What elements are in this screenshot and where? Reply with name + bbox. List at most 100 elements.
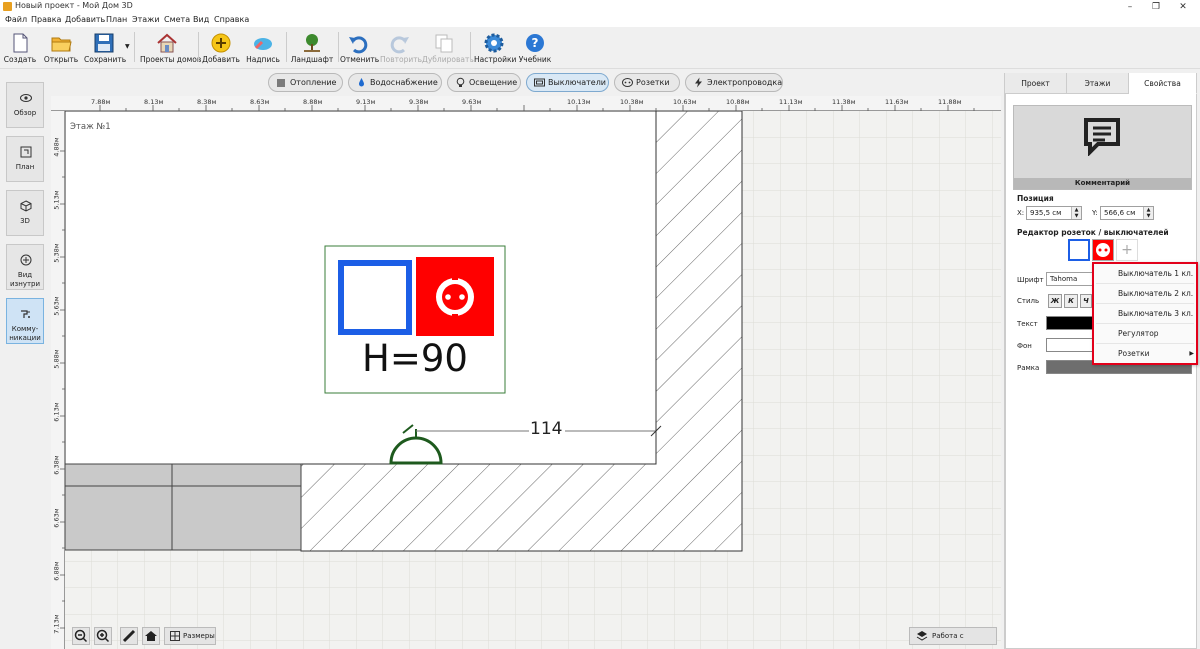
y-stepper-icon[interactable]: ▲ ▼ — [1143, 207, 1153, 219]
underline-button[interactable]: Ч — [1080, 294, 1092, 308]
tab-floors[interactable]: Этажи — [1067, 73, 1129, 94]
category-wiring[interactable]: Электропроводка — [685, 73, 783, 92]
menu-help[interactable]: Справка — [214, 15, 249, 24]
category-heating[interactable]: Отопление — [268, 73, 343, 92]
sizes-button[interactable]: Размеры — [164, 627, 216, 645]
x-stepper-icon[interactable]: ▲ ▼ — [1071, 207, 1081, 219]
measure-button[interactable] — [120, 627, 138, 645]
tab-project[interactable]: Проект — [1005, 73, 1067, 94]
sidebar-overview-button[interactable]: Обзор — [6, 82, 44, 128]
bold-button[interactable]: Ж — [1048, 294, 1062, 308]
dimension-label: 114 — [530, 419, 563, 439]
light-bulb-icon — [456, 77, 465, 87]
sidebar-inside-view-button[interactable]: Вид изнутри — [6, 244, 44, 290]
close-icon[interactable]: ✕ — [1170, 0, 1196, 14]
tab-properties[interactable]: Свойства — [1129, 73, 1197, 94]
ruler-icon — [122, 629, 136, 643]
menu-edit[interactable]: Правка — [31, 15, 61, 24]
category-switches[interactable]: Выключатели — [526, 73, 609, 92]
italic-button[interactable]: К — [1064, 294, 1078, 308]
zoom-in-button[interactable] — [94, 627, 112, 645]
background-label: Фон — [1017, 342, 1032, 350]
maximize-icon[interactable]: ❐ — [1143, 0, 1169, 14]
plan-icon — [20, 146, 32, 158]
socket-icon — [1096, 243, 1110, 257]
ruler-label: 5.13м — [52, 190, 61, 210]
x-label: X: — [1017, 209, 1025, 217]
caption-button[interactable]: Надпись — [244, 30, 282, 66]
y-label: Y: — [1092, 209, 1098, 217]
menu-file[interactable]: Файл — [5, 15, 27, 24]
landscape-button[interactable]: Ландшафт — [290, 30, 334, 66]
ruler-label: 10.13м — [567, 98, 591, 106]
settings-button[interactable]: Настройки — [474, 30, 516, 66]
menu-add[interactable]: Добавить — [65, 15, 105, 24]
toolbar-separator — [286, 32, 287, 62]
plan-canvas[interactable]: Этаж №1 H=90 114 — [65, 111, 1001, 649]
duplicate-icon — [435, 34, 453, 53]
menu-floors[interactable]: Этажи — [132, 15, 160, 24]
sidebar-communications-button[interactable]: Комму-никации — [6, 298, 44, 344]
undo-button[interactable]: Отменить — [340, 30, 379, 66]
category-lighting[interactable]: Освещение — [447, 73, 521, 92]
horizontal-ruler: 7.88м 8.13м 8.38м 8.63м 8.88м 9.13м 9.38… — [51, 96, 1001, 111]
text-color-swatch[interactable] — [1046, 316, 1094, 330]
ruler-label: 11.13м — [779, 98, 803, 106]
lightning-icon — [695, 77, 702, 88]
floors-work-button[interactable]: Работа с этажами — [909, 627, 997, 649]
dropdown-item-regulator[interactable]: Регулятор — [1096, 324, 1194, 344]
ruler-label: 9.38м — [409, 98, 429, 106]
app-icon — [3, 2, 12, 11]
sidebar-plan-button[interactable]: План — [6, 136, 44, 182]
socket-editor-option[interactable] — [1092, 239, 1114, 261]
zoom-out-button[interactable] — [72, 627, 90, 645]
switch-editor-option[interactable] — [1068, 239, 1090, 261]
switch-icon — [534, 78, 545, 87]
menu-plan[interactable]: План — [106, 15, 127, 24]
element-type-dropdown: Выключатель 1 кл. Выключатель 2 кл. Выкл… — [1092, 262, 1198, 365]
save-dropdown-icon[interactable]: ▼ — [125, 43, 130, 50]
sidebar-3d-button[interactable]: 3D — [6, 190, 44, 236]
ruler-label: 6.88м — [52, 561, 61, 581]
home-view-button[interactable] — [142, 627, 160, 645]
dropdown-item-switch-3[interactable]: Выключатель 3 кл. — [1096, 304, 1194, 324]
redo-icon — [390, 36, 409, 54]
font-select[interactable]: Tahoma — [1046, 272, 1096, 286]
x-position-input[interactable]: 935,5 см ▲ ▼ — [1026, 206, 1082, 220]
dropdown-item-sockets[interactable]: Розетки ▶ — [1096, 344, 1194, 364]
ruler-label: 7.88м — [91, 98, 111, 106]
ruler-label: 10.63м — [673, 98, 697, 106]
dropdown-item-switch-2[interactable]: Выключатель 2 кл. — [1096, 284, 1194, 304]
undo-icon — [349, 36, 368, 54]
background-color-swatch[interactable] — [1046, 338, 1094, 352]
house-projects-button[interactable]: Проекты домов — [140, 30, 201, 66]
open-button[interactable]: Открыть — [42, 30, 80, 66]
menu-estimate[interactable]: Смета — [164, 15, 190, 24]
tree-icon — [304, 34, 320, 52]
category-water[interactable]: Водоснабжение — [348, 73, 442, 92]
zoom-in-icon — [96, 629, 110, 643]
ruler-label: 9.13м — [356, 98, 376, 106]
properties-content: Комментарий Позиция X: 935,5 см ▲ ▼ Y: 56… — [1005, 94, 1197, 649]
y-position-input[interactable]: 566,6 см ▲ ▼ — [1100, 206, 1154, 220]
add-button[interactable]: Добавить — [202, 30, 240, 66]
ruler-label: 6.13м — [52, 402, 61, 422]
new-document-icon — [13, 33, 28, 53]
tutorial-button[interactable]: ? Учебник — [516, 30, 554, 66]
create-button[interactable]: Создать — [2, 30, 38, 66]
menu-view[interactable]: Вид — [193, 15, 209, 24]
add-element-icon[interactable]: + — [1116, 239, 1138, 261]
ruler-label: 5.38м — [52, 243, 61, 263]
add-plus-icon — [211, 33, 231, 53]
ruler-label: 5.63м — [52, 296, 61, 316]
redo-button[interactable]: Повторить — [380, 30, 422, 66]
save-button[interactable]: Сохранить — [84, 30, 126, 66]
zoom-out-icon — [74, 629, 88, 643]
toolbar-separator — [134, 32, 135, 62]
floppy-disk-icon — [94, 33, 114, 53]
comment-icon — [1084, 118, 1120, 156]
category-sockets[interactable]: Розетки — [614, 73, 680, 92]
duplicate-button[interactable]: Дублировать — [422, 30, 474, 66]
minimize-icon[interactable]: – — [1117, 0, 1143, 14]
dropdown-item-switch-1[interactable]: Выключатель 1 кл. — [1096, 264, 1194, 284]
